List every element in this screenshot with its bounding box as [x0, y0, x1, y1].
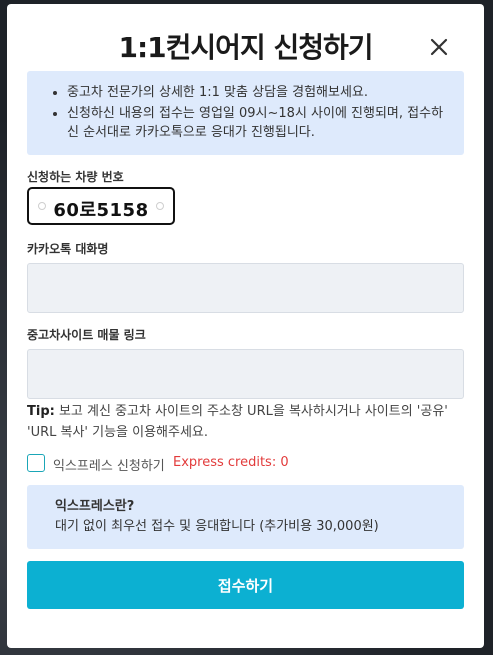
- submit-button[interactable]: 접수하기: [27, 561, 464, 609]
- info-list: 중고차 전문가의 상세한 1:1 맞춤 상담을 경험해보세요. 신청하신 내용의…: [55, 83, 450, 142]
- express-info-text: 대기 없이 최우선 접수 및 응대합니다 (추가비용 30,000원): [55, 519, 379, 534]
- info-item: 신청하신 내용의 접수는 영업일 09시~18시 사이에 진행되며, 접수하신 …: [67, 104, 450, 142]
- express-info-title: 익스프레스란?: [55, 499, 135, 514]
- vehicle-number-label: 신청하는 차량 번호: [27, 170, 124, 184]
- tip-text: Tip: 보고 계신 중고차 사이트의 주소창 URL을 복사하시거나 사이트의…: [27, 401, 467, 443]
- express-credits: Express credits: 0: [173, 455, 289, 470]
- kakao-name-input[interactable]: [27, 263, 464, 313]
- info-box: 중고차 전문가의 상세한 1:1 맞춤 상담을 경험해보세요. 신청하신 내용의…: [27, 71, 464, 155]
- close-icon[interactable]: [429, 37, 449, 57]
- tip-prefix: Tip:: [27, 404, 55, 419]
- listing-link-label: 중고차사이트 매물 링크: [27, 328, 146, 342]
- license-plate-number: 60로5158: [53, 200, 149, 221]
- tip-body: 보고 계신 중고차 사이트의 주소창 URL을 복사하시거나 사이트의 '공유'…: [27, 404, 448, 440]
- express-checkbox[interactable]: [27, 454, 45, 472]
- info-item: 중고차 전문가의 상세한 1:1 맞춤 상담을 경험해보세요.: [67, 83, 450, 102]
- plate-bolt-icon: [156, 202, 164, 210]
- express-checkbox-label[interactable]: 익스프레스 신청하기: [53, 455, 165, 474]
- kakao-name-label: 카카오톡 대화명: [27, 242, 109, 256]
- express-info-box: 익스프레스란? 대기 없이 최우선 접수 및 응대합니다 (추가비용 30,00…: [27, 485, 464, 549]
- modal-title: 1:1컨시어지 신청하기: [118, 31, 374, 64]
- listing-link-input[interactable]: [27, 349, 464, 399]
- license-plate: 60로5158: [27, 187, 175, 225]
- concierge-modal: 1:1컨시어지 신청하기 중고차 전문가의 상세한 1:1 맞춤 상담을 경험해…: [7, 4, 484, 648]
